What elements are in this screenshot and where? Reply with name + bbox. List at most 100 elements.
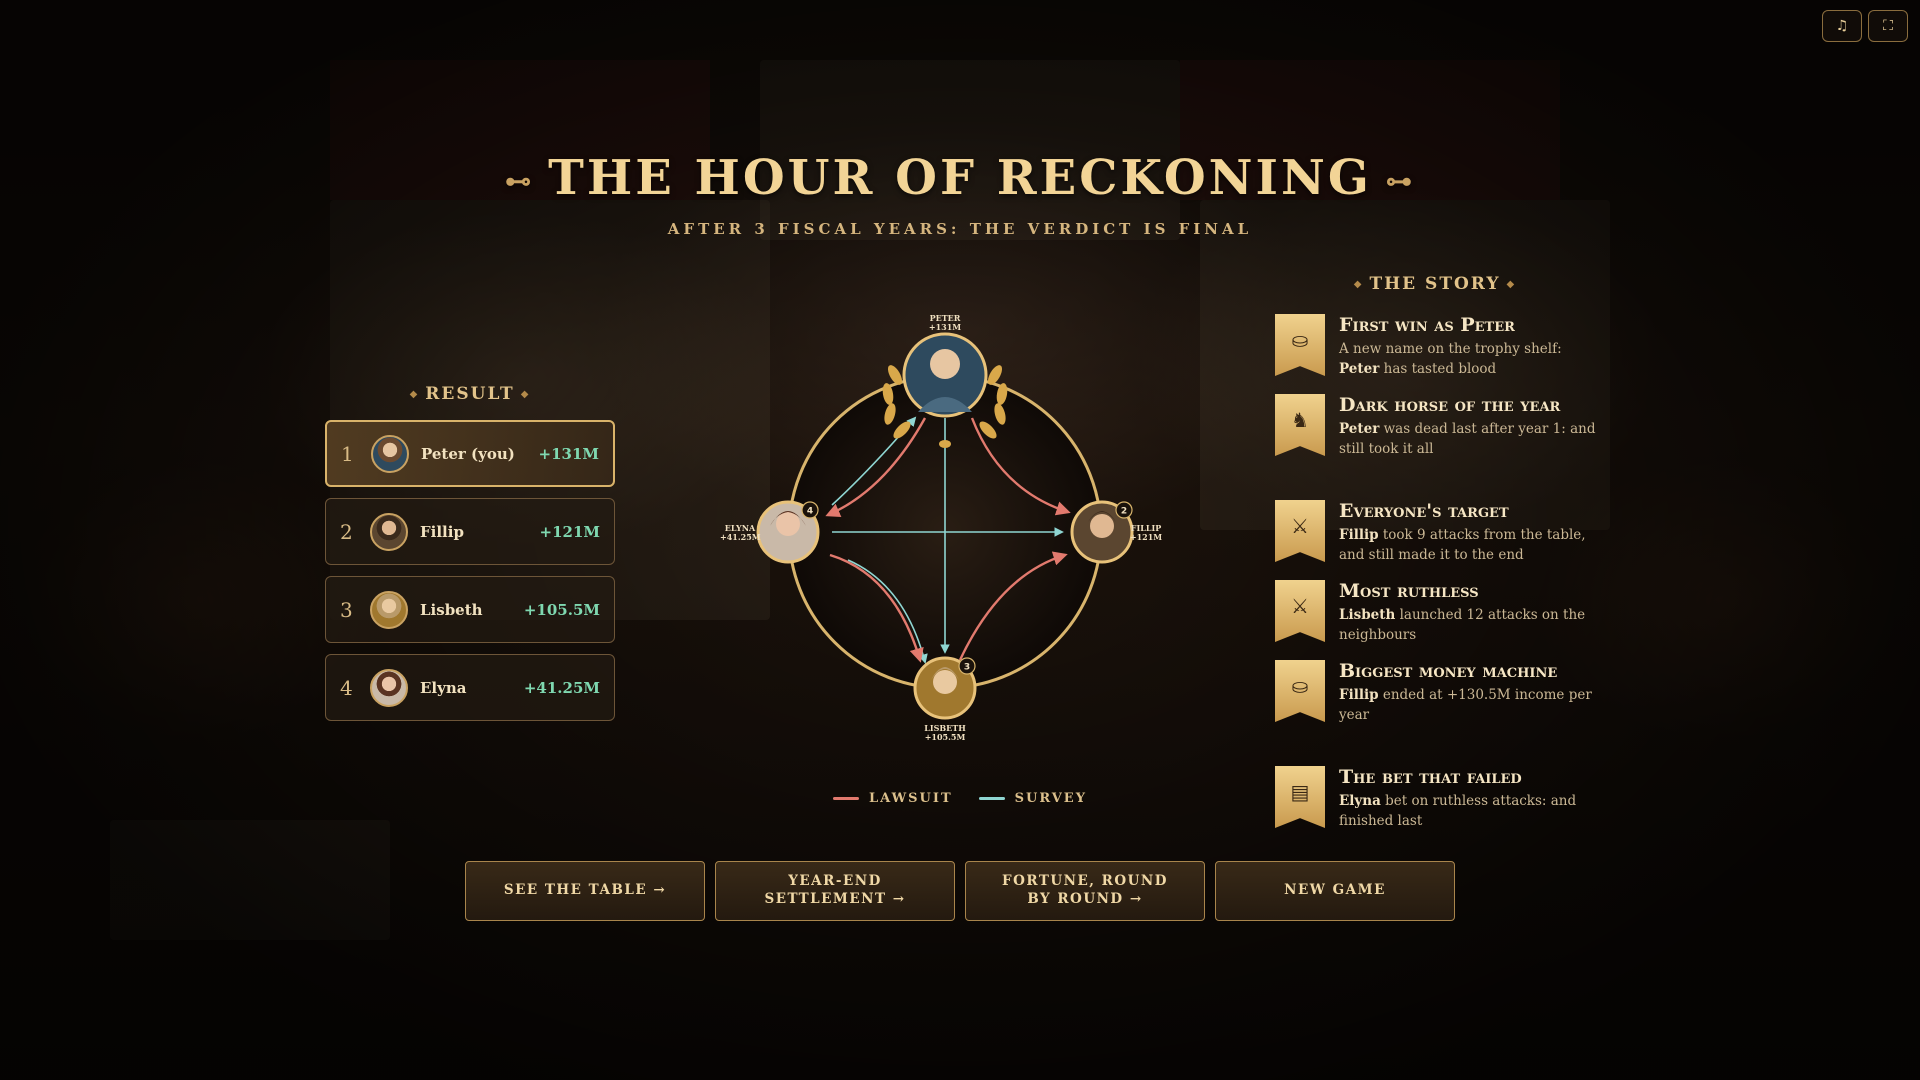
story-banner: ⚔ bbox=[1275, 580, 1325, 642]
svg-text:4: 4 bbox=[807, 507, 813, 517]
legend-label: LAWSUIT bbox=[868, 791, 953, 806]
ranking-row-3[interactable]: 3 Lisbeth +105.5M bbox=[325, 576, 615, 643]
diamond-icon: ◆ bbox=[1353, 279, 1364, 290]
story-item: ⛀ First win as Peter A new name on the t… bbox=[1275, 314, 1605, 379]
ranking-row-4[interactable]: 4 Elyna +41.25M bbox=[325, 654, 615, 721]
story-description: Fillip ended at +130.5M income per year bbox=[1339, 685, 1605, 726]
node-score: +105.5M bbox=[924, 732, 966, 743]
story-banner: ⛀ bbox=[1275, 660, 1325, 722]
rivalry-diagram-svg: 4 2 3 bbox=[756, 332, 1134, 720]
survey-swatch bbox=[978, 797, 1005, 800]
avatar-lisbeth bbox=[370, 590, 408, 629]
rivalry-diagram: 4 2 3 PETER +131M ELYNA +41.25M FILLIP +… bbox=[720, 300, 1162, 760]
story-description: A new name on the trophy shelf: Peter ha… bbox=[1339, 339, 1605, 380]
story-desc-name: Fillip bbox=[1339, 686, 1379, 703]
rank-number: 2 bbox=[340, 519, 353, 544]
story-banner: ▤ bbox=[1275, 766, 1325, 828]
story-banner: ⛀ bbox=[1275, 314, 1325, 376]
rank-number: 3 bbox=[340, 597, 353, 622]
story-item: ⛀ Biggest money machine Fillip ended at … bbox=[1275, 660, 1605, 725]
story-title: The bet that failed bbox=[1339, 766, 1522, 788]
story-desc-text: has tasted blood bbox=[1379, 361, 1497, 378]
player-name: Lisbeth bbox=[420, 600, 483, 619]
rank-number: 4 bbox=[340, 675, 353, 700]
diamond-icon: ◆ bbox=[1506, 279, 1517, 290]
ranking-row-1[interactable]: 1 Peter (you) +131M bbox=[325, 420, 615, 487]
fullscreen-button[interactable]: ⛶ bbox=[1868, 10, 1908, 42]
story-item: ⚔ Everyone's target Fillip took 9 attack… bbox=[1275, 500, 1605, 565]
story-description: Lisbeth launched 12 attacks on the neigh… bbox=[1339, 605, 1605, 646]
node-label-peter: PETER +131M bbox=[915, 313, 975, 333]
result-heading-text: RESULT bbox=[425, 384, 515, 404]
svg-text:2: 2 bbox=[1121, 507, 1127, 517]
node-peter[interactable] bbox=[902, 332, 988, 418]
music-toggle-button[interactable]: ♫ bbox=[1822, 10, 1862, 42]
player-name: Peter (you) bbox=[421, 444, 515, 463]
player-name: Elyna bbox=[420, 678, 467, 697]
player-score: +105.5M bbox=[523, 600, 600, 619]
story-item: ▤ The bet that failed Elyna bet on ruthl… bbox=[1275, 766, 1605, 831]
lawsuit-swatch bbox=[832, 797, 859, 800]
node-label-fillip: FILLIP +121M bbox=[1126, 523, 1166, 543]
see-table-button[interactable]: SEE THE TABLE → bbox=[465, 861, 705, 921]
chess-knight-icon: ♞ bbox=[1291, 408, 1309, 432]
story-title: Everyone's target bbox=[1339, 500, 1509, 522]
fullscreen-icon: ⛶ bbox=[1883, 18, 1893, 34]
player-name: Fillip bbox=[420, 522, 464, 541]
story-description: Peter was dead last after year 1: and st… bbox=[1339, 419, 1605, 460]
story-item: ♞ Dark horse of the year Peter was dead … bbox=[1275, 394, 1605, 459]
player-score: +41.25M bbox=[523, 678, 600, 697]
story-heading-text: THE STORY bbox=[1369, 274, 1501, 294]
node-elyna[interactable]: 4 bbox=[756, 500, 820, 564]
diamond-icon: ◆ bbox=[520, 389, 531, 400]
legend-item-lawsuit: LAWSUIT bbox=[832, 791, 953, 806]
story-item: ⚔ Most ruthless Lisbeth launched 12 atta… bbox=[1275, 580, 1605, 645]
node-lisbeth[interactable]: 3 bbox=[913, 656, 977, 720]
story-desc-name: Fillip bbox=[1339, 526, 1379, 543]
money-bag-icon: ⛀ bbox=[1291, 328, 1309, 352]
story-desc-name: Peter bbox=[1339, 361, 1380, 378]
story-heading: ◆ THE STORY ◆ bbox=[1275, 274, 1595, 294]
diamond-icon: ◆ bbox=[409, 389, 420, 400]
legend-label: SURVEY bbox=[1014, 791, 1087, 806]
node-fillip[interactable]: 2 bbox=[1070, 500, 1134, 564]
page-title-text: THE HOUR OF RECKONING bbox=[548, 150, 1372, 206]
title-ornament-left: ⊷ bbox=[505, 166, 535, 197]
ranking-row-2[interactable]: 2 Fillip +121M bbox=[325, 498, 615, 565]
story-title: Most ruthless bbox=[1339, 580, 1479, 602]
page-title: ⊷ THE HOUR OF RECKONING ⊶ bbox=[0, 150, 1920, 206]
story-title: First win as Peter bbox=[1339, 314, 1515, 336]
ledger-icon: ▤ bbox=[1290, 780, 1310, 804]
story-desc-text: A new name on the trophy shelf: bbox=[1339, 340, 1562, 357]
story-description: Elyna bet on ruthless attacks: and finis… bbox=[1339, 791, 1605, 832]
crossed-swords-icon: ⚔ bbox=[1291, 594, 1309, 618]
node-label-lisbeth: LISBETH +105.5M bbox=[915, 723, 975, 743]
new-game-button[interactable]: NEW GAME bbox=[1215, 861, 1455, 921]
node-score: +131M bbox=[928, 322, 962, 333]
year-end-settlement-button[interactable]: YEAR-END SETTLEMENT → bbox=[715, 861, 955, 921]
node-score: +121M bbox=[1129, 532, 1163, 543]
music-note-icon: ♫ bbox=[1835, 18, 1849, 34]
avatar-elyna bbox=[370, 668, 408, 707]
money-bag-icon: ⛀ bbox=[1291, 674, 1309, 698]
avatar-peter bbox=[371, 434, 409, 473]
legend-item-survey: SURVEY bbox=[978, 791, 1087, 806]
story-banner: ♞ bbox=[1275, 394, 1325, 456]
story-title: Biggest money machine bbox=[1339, 660, 1558, 682]
diagram-legend: LAWSUIT SURVEY bbox=[830, 791, 1090, 806]
story-desc-name: Lisbeth bbox=[1339, 606, 1396, 623]
story-description: Fillip took 9 attacks from the table, an… bbox=[1339, 525, 1605, 566]
node-score: +41.25M bbox=[720, 532, 761, 543]
avatar-fillip bbox=[370, 512, 408, 551]
result-heading: ◆ RESULT ◆ bbox=[325, 384, 615, 404]
rank-number: 1 bbox=[341, 441, 354, 466]
player-score: +131M bbox=[538, 444, 599, 463]
story-banner: ⚔ bbox=[1275, 500, 1325, 562]
story-title: Dark horse of the year bbox=[1339, 394, 1561, 416]
svg-text:3: 3 bbox=[964, 663, 970, 673]
node-label-elyna: ELYNA +41.25M bbox=[720, 523, 761, 543]
page-subtitle: AFTER 3 FISCAL YEARS: THE VERDICT IS FIN… bbox=[667, 220, 1253, 238]
title-ornament-right: ⊶ bbox=[1385, 166, 1415, 197]
player-score: +121M bbox=[539, 522, 600, 541]
fortune-round-by-round-button[interactable]: FORTUNE, ROUND BY ROUND → bbox=[965, 861, 1205, 921]
